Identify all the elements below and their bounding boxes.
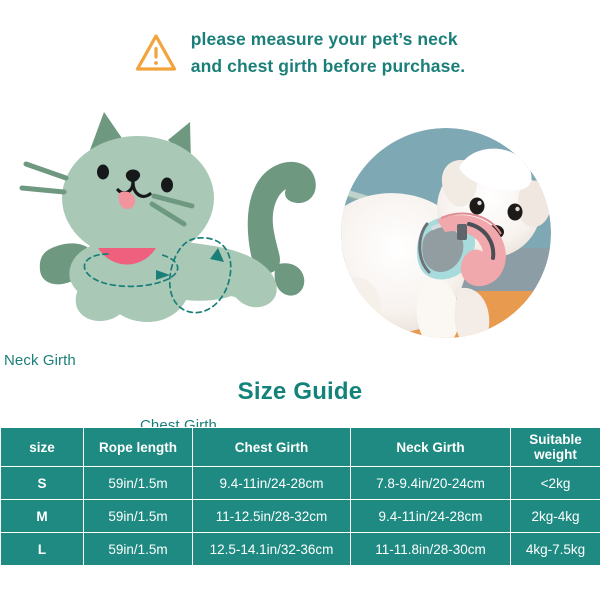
measure-notice: please measure your pet’s neck and chest… (0, 26, 600, 80)
cell-chest-girth: 11-12.5in/28-32cm (192, 499, 351, 533)
cell-suitable-weight: <2kg (510, 466, 600, 500)
size-guide-title: Size Guide (237, 378, 363, 405)
notice-inner: please measure your pet’s neck and chest… (135, 26, 466, 80)
cell-rope-length: 59in/1.5m (83, 466, 193, 500)
notice-text-block: please measure your pet’s neck and chest… (191, 26, 466, 80)
dog-harness-photo (341, 128, 551, 338)
column-header-size: size (0, 427, 84, 467)
cat-illustration (8, 100, 328, 350)
cell-neck-girth: 11-11.8in/28-30cm (350, 532, 511, 566)
table-header-row: size Rope length Chest Girth Neck Girth … (0, 427, 600, 467)
cell-size: M (0, 499, 84, 533)
cell-suitable-weight: 4kg-7.5kg (510, 532, 600, 566)
column-header-suitable-weight: Suitable weight (510, 427, 600, 467)
cell-neck-girth: 9.4-11in/24-28cm (350, 499, 511, 533)
table-row: L 59in/1.5m 12.5-14.1in/32-36cm 11-11.8i… (0, 532, 600, 566)
notice-line-2: and chest girth before purchase. (190, 56, 466, 76)
size-guide-table: size Rope length Chest Girth Neck Girth … (0, 427, 600, 566)
column-header-neck-girth: Neck Girth (350, 427, 511, 467)
cell-chest-girth: 9.4-11in/24-28cm (192, 466, 351, 500)
cell-size: S (0, 466, 84, 500)
size-guide-table-wrap: size Rope length Chest Girth Neck Girth … (0, 427, 600, 566)
column-header-rope-length: Rope length (83, 427, 193, 467)
cell-chest-girth: 12.5-14.1in/32-36cm (192, 532, 351, 566)
column-header-chest-girth: Chest Girth (192, 427, 351, 467)
notice-line-1: please measure your pet’s neck (190, 29, 458, 49)
cell-neck-girth: 7.8-9.4in/20-24cm (350, 466, 511, 500)
cell-size: L (0, 532, 84, 566)
cell-rope-length: 59in/1.5m (83, 499, 193, 533)
table-row: M 59in/1.5m 11-12.5in/28-32cm 9.4-11in/2… (0, 499, 600, 533)
table-row: S 59in/1.5m 9.4-11in/24-28cm 7.8-9.4in/2… (0, 466, 600, 500)
cell-suitable-weight: 2kg-4kg (510, 499, 600, 533)
neck-girth-label: Neck Girth (4, 352, 76, 369)
cell-rope-length: 59in/1.5m (83, 532, 193, 566)
warning-triangle-icon (135, 32, 177, 74)
